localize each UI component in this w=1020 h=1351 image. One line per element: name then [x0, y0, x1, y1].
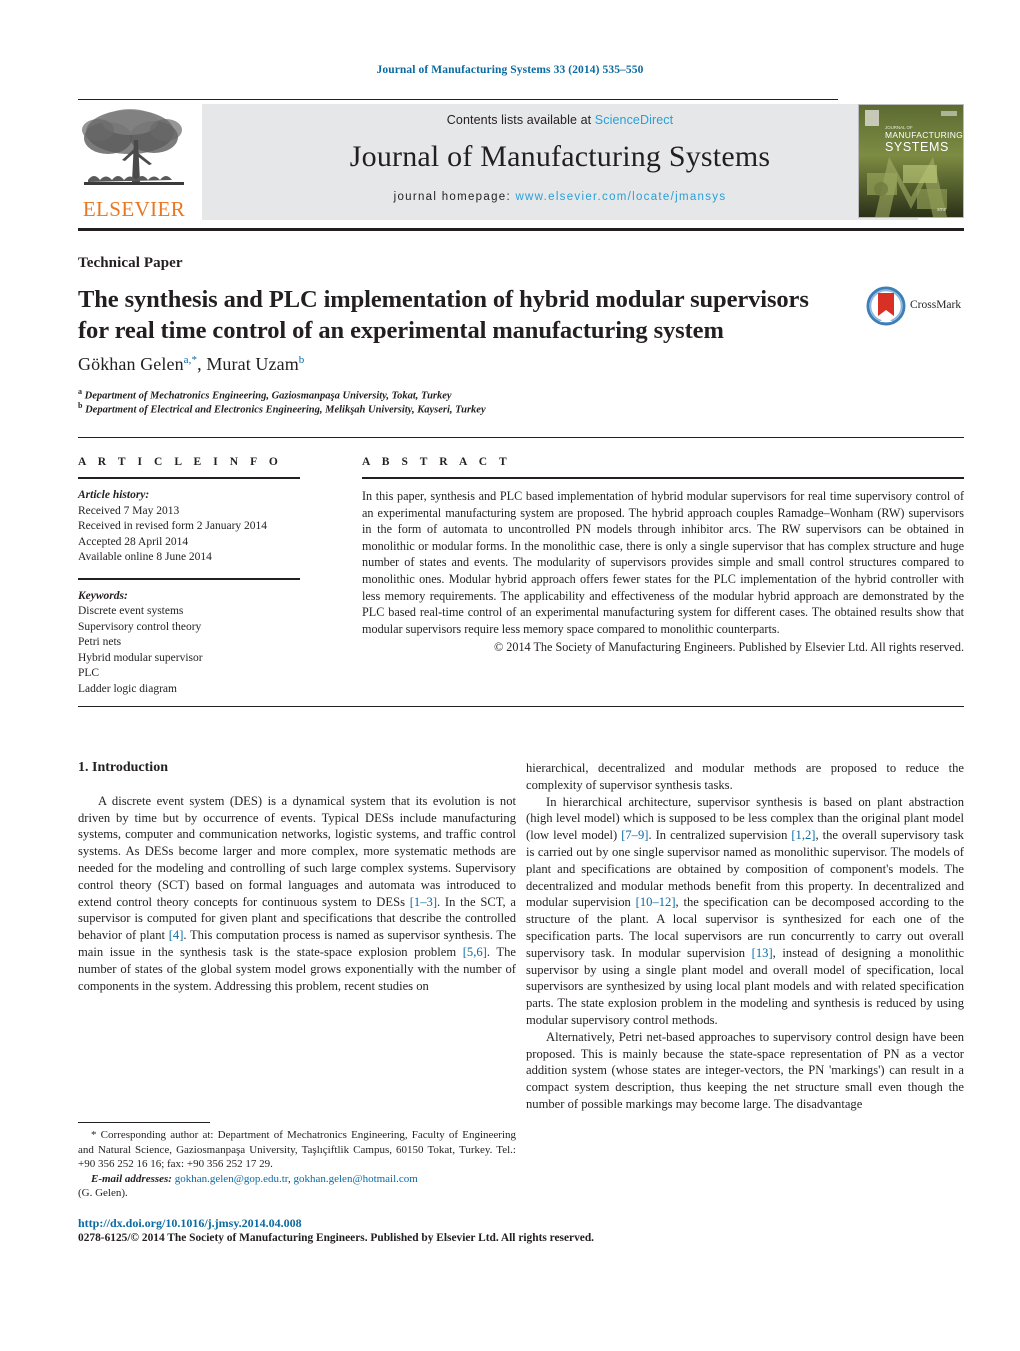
abstract-copyright: © 2014 The Society of Manufacturing Engi… — [493, 640, 964, 655]
abstract-rule — [362, 477, 964, 479]
affiliation-b-text: Department of Electrical and Electronics… — [85, 404, 486, 416]
article-history-heading: Article history: — [78, 489, 150, 501]
body-paragraph-continuation: hierarchical, decentralized and modular … — [526, 761, 964, 792]
svg-text:sme: sme — [937, 207, 947, 213]
history-item: Received in revised form 2 January 2014 — [78, 520, 268, 532]
body-paragraph: Alternatively, Petri net-based approache… — [526, 1029, 964, 1111]
doi-link[interactable]: http://dx.doi.org/10.1016/j.jmsy.2014.04… — [78, 1216, 964, 1231]
abstract-heading: A B S T R A C T — [362, 456, 512, 468]
crossmark-icon — [866, 286, 906, 326]
footnote-rule — [78, 1122, 210, 1123]
keywords-heading: Keywords: — [78, 589, 128, 602]
author-separator: , Murat Uzam — [197, 354, 299, 374]
homepage-prefix: journal homepage: — [393, 191, 516, 203]
keyword-item: Ladder logic diagram — [78, 682, 177, 695]
keywords-divider-rule — [78, 577, 300, 580]
affiliation-b-marker: b — [78, 401, 83, 410]
info-block-bottom-rule — [78, 706, 964, 707]
article-info-rule — [78, 477, 300, 479]
author-1-name: Gökhan Gelen — [78, 354, 184, 374]
citation-ref[interactable]: [13] — [752, 946, 773, 960]
article-info-column: A R T I C L E I N F O Article history: R… — [78, 456, 330, 697]
journal-cover-image: JOURNAL OF MANUFACTURING SYSTEMS sme — [859, 105, 963, 217]
author-list: Gökhan Gelena,*, Murat Uzamb — [78, 354, 838, 375]
keyword-item: Petri nets — [78, 636, 122, 648]
affiliation-b: b Department of Electrical and Electroni… — [78, 399, 838, 418]
svg-text:MANUFACTURING: MANUFACTURING — [885, 130, 963, 140]
journal-title: Journal of Manufacturing Systems — [349, 140, 771, 173]
paper-page: Journal of Manufacturing Systems 33 (201… — [0, 0, 1020, 1351]
section-heading-introduction: 1. Introduction — [78, 760, 168, 775]
affiliation-a-marker: a — [78, 387, 82, 396]
elsevier-wordmark: ELSEVIER — [82, 197, 186, 221]
citation-ref[interactable]: [10–12] — [636, 895, 676, 909]
citation-ref[interactable]: [5,6] — [463, 945, 487, 959]
citation-ref[interactable]: [4] — [169, 928, 184, 942]
masthead-bottom-rule — [78, 228, 964, 231]
keyword-item: Hybrid modular supervisor — [78, 651, 203, 664]
citation-ref[interactable]: [7–9] — [621, 828, 648, 842]
keyword-item: PLC — [78, 667, 100, 679]
journal-masthead: ELSEVIER Contents lists available at Sci… — [78, 104, 964, 220]
abstract-column: A B S T R A C T In this paper, synthesis… — [362, 456, 964, 656]
masthead-top-rule — [78, 99, 838, 100]
body-right-column: hierarchical, decentralized and modular … — [526, 760, 964, 1113]
email-link-2[interactable]: gokhan.gelen@hotmail.com — [293, 1173, 417, 1185]
sciencedirect-link[interactable]: ScienceDirect — [595, 113, 673, 127]
svg-text:SYSTEMS: SYSTEMS — [885, 140, 949, 154]
journal-homepage-line: journal homepage: www.elsevier.com/locat… — [202, 191, 918, 203]
email-label: E-mail addresses: — [91, 1172, 172, 1185]
homepage-url-link[interactable]: www.elsevier.com/locate/jmansys — [515, 191, 726, 203]
keyword-item: Supervisory control theory — [78, 620, 202, 633]
journal-cover-thumbnail: JOURNAL OF MANUFACTURING SYSTEMS sme — [858, 104, 964, 218]
citation-ref[interactable]: [1,2] — [791, 828, 815, 842]
elsevier-tree-icon — [82, 109, 184, 185]
citation-ref[interactable]: [1–3] — [410, 895, 437, 909]
contents-prefix: Contents lists available at — [446, 113, 595, 127]
email-link-1[interactable]: gokhan.gelen@gop.edu.tr — [175, 1173, 288, 1185]
elsevier-logo: ELSEVIER — [78, 104, 190, 220]
info-block-top-rule — [78, 437, 964, 438]
crossmark-badge[interactable]: CrossMark — [866, 286, 964, 330]
paragraph-text: . In centralized supervision — [648, 828, 792, 843]
footnote-block: * Corresponding author at: Department of… — [78, 1128, 516, 1201]
email-attribution: (G. Gelen). — [78, 1187, 128, 1200]
footnote-text: Corresponding author at: Department of M… — [78, 1129, 516, 1171]
article-type-label: Technical Paper — [78, 255, 183, 271]
author-1-affil-marker: a, — [183, 354, 192, 366]
contents-band: Contents lists available at ScienceDirec… — [202, 104, 918, 220]
crossmark-label: CrossMark — [910, 299, 962, 311]
running-head: Journal of Manufacturing Systems 33 (201… — [376, 64, 644, 76]
abstract-text: In this paper, synthesis and PLC based i… — [362, 489, 964, 636]
issn-copyright-line: 0278-6125/© 2014 The Society of Manufact… — [78, 1232, 595, 1244]
body-paragraph: In hierarchical architecture, supervisor… — [526, 794, 964, 1029]
body-paragraph: A discrete event system (DES) is a dynam… — [78, 793, 516, 995]
corresponding-author-note: * Corresponding author at: Department of… — [78, 1128, 516, 1172]
paragraph-text: A discrete event system (DES) is a dynam… — [78, 793, 516, 909]
page-title: The synthesis and PLC implementation of … — [78, 286, 809, 344]
doi-block: http://dx.doi.org/10.1016/j.jmsy.2014.04… — [78, 1216, 964, 1246]
history-item: Received 7 May 2013 — [78, 504, 180, 517]
keyword-item: Discrete event systems — [78, 605, 184, 617]
contents-lists-line: Contents lists available at ScienceDirec… — [202, 104, 918, 127]
email-note: E-mail addresses: gokhan.gelen@gop.edu.t… — [78, 1172, 516, 1187]
author-2-affil-marker: b — [298, 354, 305, 366]
history-item: Available online 8 June 2014 — [78, 551, 212, 563]
history-item: Accepted 28 April 2014 — [78, 535, 189, 548]
body-left-column: 1. Introduction A discrete event system … — [78, 760, 516, 994]
article-info-heading: A R T I C L E I N F O — [78, 456, 283, 468]
